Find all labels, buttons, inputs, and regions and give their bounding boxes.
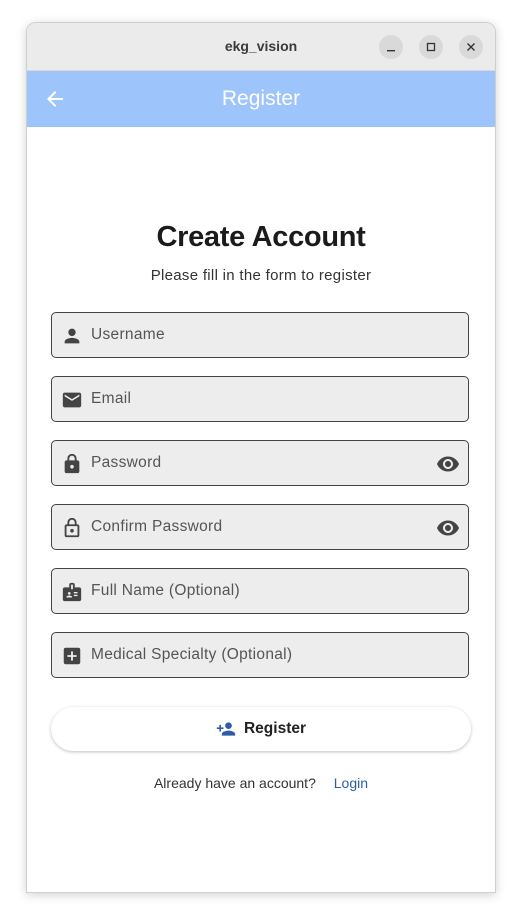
app-bar-title: Register bbox=[221, 87, 301, 110]
lock-outline-icon bbox=[64, 517, 80, 538]
register-button-label: Register bbox=[243, 720, 307, 737]
close-button[interactable] bbox=[459, 35, 483, 59]
register-button[interactable]: Register bbox=[51, 707, 471, 751]
login-prompt-text: Already have an account? bbox=[153, 775, 316, 791]
medical-cross-icon bbox=[63, 647, 81, 665]
username-placeholder: Username bbox=[91, 326, 165, 343]
visibility-icon[interactable] bbox=[436, 516, 460, 540]
login-prompt: Already have an account? Login bbox=[27, 775, 495, 791]
minimize-button[interactable] bbox=[379, 35, 403, 59]
login-link[interactable]: Login bbox=[334, 775, 368, 791]
email-field[interactable]: Email bbox=[51, 376, 469, 422]
medical-specialty-placeholder: Medical Specialty (Optional) bbox=[91, 646, 293, 663]
person-add-icon bbox=[216, 722, 236, 736]
confirm-password-field[interactable]: Confirm Password bbox=[51, 504, 469, 550]
page-title: Create Account bbox=[156, 221, 366, 253]
app-bar: Register bbox=[27, 71, 495, 127]
username-field[interactable]: Username bbox=[51, 312, 469, 358]
maximize-button[interactable] bbox=[419, 35, 443, 59]
app-window: ekg_vision Register Create Account Pleas… bbox=[26, 22, 496, 893]
title-bar: ekg_vision bbox=[27, 23, 495, 71]
minimize-icon bbox=[387, 50, 395, 52]
person-icon bbox=[64, 328, 80, 344]
lock-icon bbox=[64, 453, 80, 474]
visibility-icon[interactable] bbox=[436, 452, 460, 476]
email-placeholder: Email bbox=[91, 390, 132, 407]
full-name-field[interactable]: Full Name (Optional) bbox=[51, 568, 469, 614]
maximize-icon bbox=[426, 42, 436, 52]
page-subtitle: Please fill in the form to register bbox=[150, 267, 372, 284]
close-icon bbox=[467, 43, 475, 51]
badge-icon bbox=[62, 582, 82, 602]
password-field[interactable]: Password bbox=[51, 440, 469, 486]
confirm-password-placeholder: Confirm Password bbox=[91, 518, 223, 535]
medical-specialty-field[interactable]: Medical Specialty (Optional) bbox=[51, 632, 469, 678]
full-name-placeholder: Full Name (Optional) bbox=[91, 582, 240, 599]
email-icon bbox=[62, 392, 82, 408]
password-placeholder: Password bbox=[91, 454, 162, 471]
